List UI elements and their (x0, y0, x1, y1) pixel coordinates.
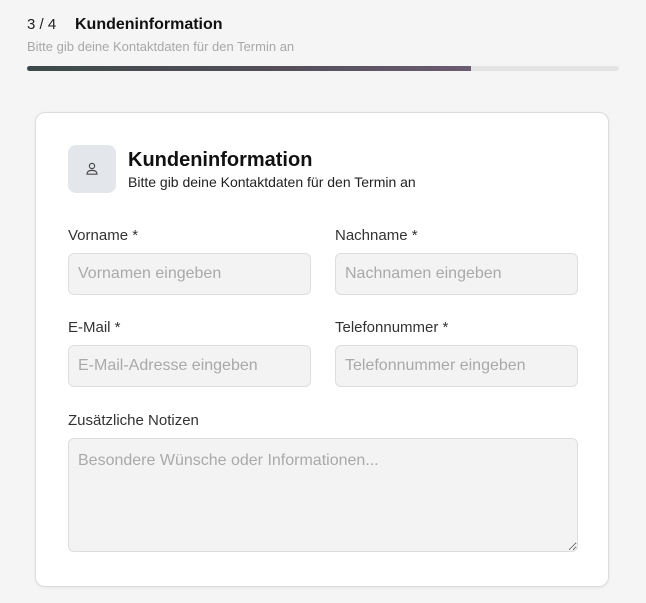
email-input[interactable] (68, 345, 311, 387)
first-name-label: Vorname * (68, 227, 139, 244)
card-subtitle: Bitte gib deine Kontaktdaten für den Ter… (128, 174, 416, 190)
booking-page: 3 / 4 Kundeninformation Bitte gib deine … (0, 0, 646, 603)
progress-bar (27, 66, 619, 71)
phone-input[interactable] (335, 345, 578, 387)
notes-label: Zusätzliche Notizen (68, 412, 199, 429)
first-name-group: Vorname * (68, 227, 311, 295)
last-name-input[interactable] (335, 253, 578, 295)
step-title: Kundeninformation (75, 16, 223, 33)
step-subtitle: Bitte gib deine Kontaktdaten für den Ter… (27, 39, 295, 54)
progress-bar-fill (27, 66, 471, 71)
last-name-group: Nachname * (335, 227, 578, 295)
phone-group: Telefonnummer * (335, 319, 578, 387)
step-header: 3 / 4 Kundeninformation Bitte gib deine … (27, 16, 619, 71)
card-title: Kundeninformation (128, 149, 313, 171)
email-label: E-Mail * (68, 319, 121, 336)
customer-info-card: Kundeninformation Bitte gib deine Kontak… (35, 112, 609, 587)
step-counter: 3 / 4 (27, 16, 57, 33)
email-group: E-Mail * (68, 319, 311, 387)
notes-textarea[interactable] (68, 438, 578, 552)
card-header: Kundeninformation Bitte gib deine Kontak… (68, 145, 416, 193)
notes-group: Zusätzliche Notizen (68, 412, 578, 557)
first-name-input[interactable] (68, 253, 311, 295)
phone-label: Telefonnummer * (335, 319, 449, 336)
last-name-label: Nachname * (335, 227, 418, 244)
user-icon (68, 145, 116, 193)
